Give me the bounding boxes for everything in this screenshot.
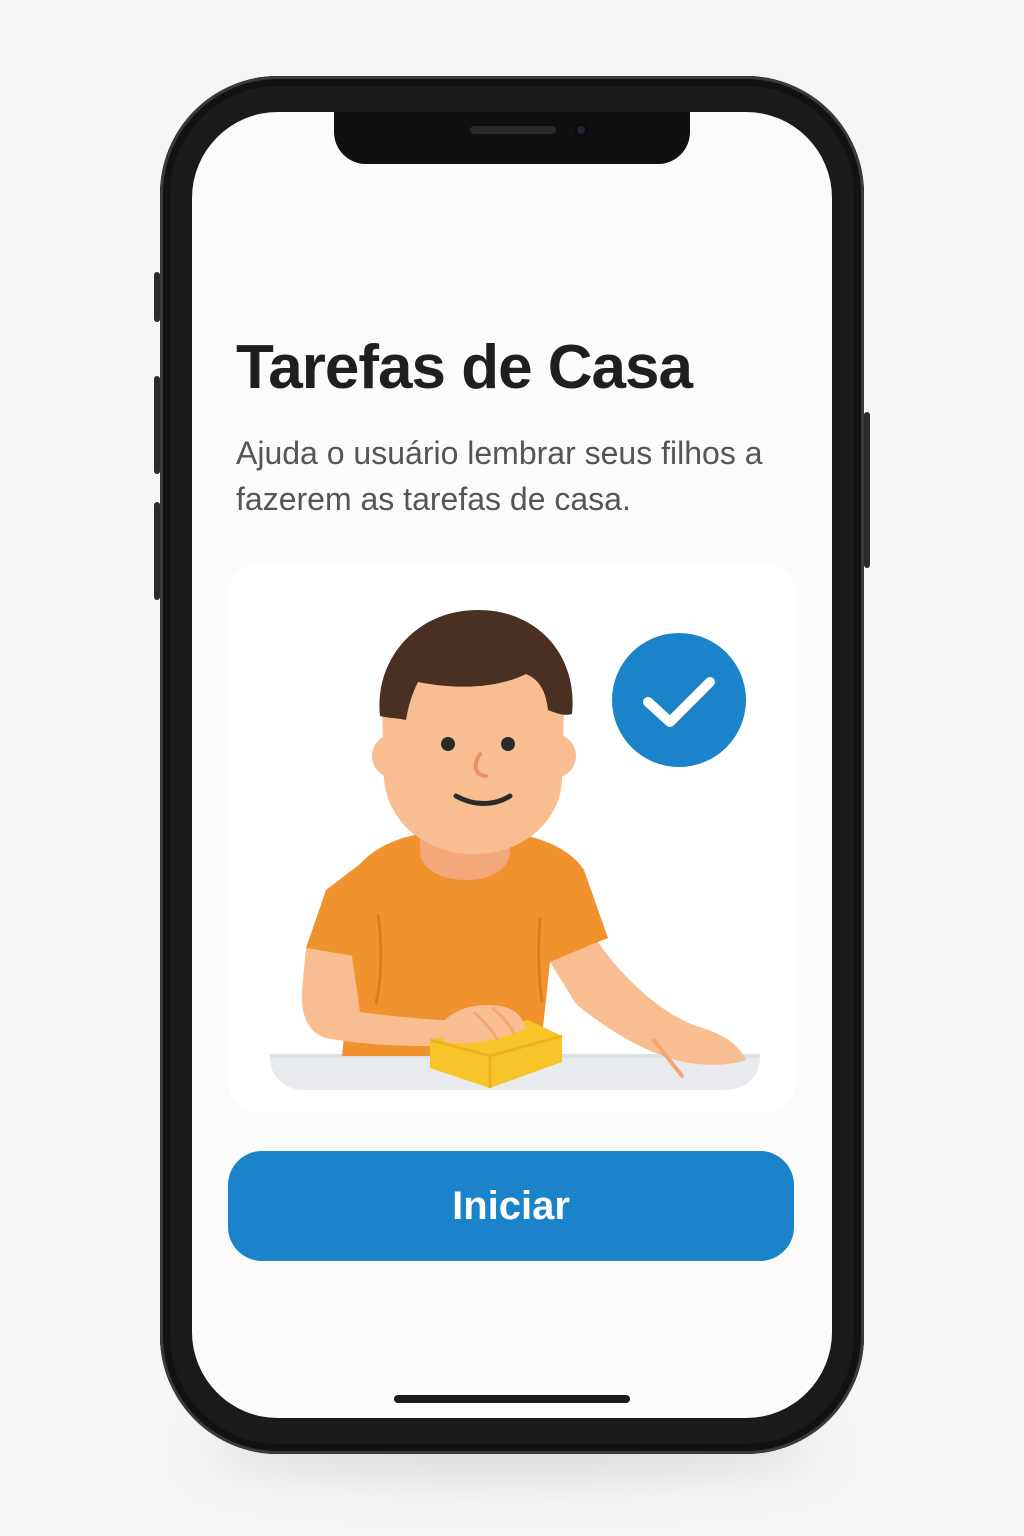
volume-up-button — [154, 376, 160, 474]
speaker-grille — [470, 126, 556, 134]
start-button[interactable]: Iniciar — [228, 1151, 794, 1261]
app-screen: Tarefas de Casa Ajuda o usuário lembrar … — [192, 112, 832, 1418]
volume-down-button — [154, 502, 160, 600]
notch — [334, 112, 690, 164]
check-badge — [612, 633, 746, 767]
power-button — [864, 412, 870, 568]
app-description: Ajuda o usuário lembrar seus filhos a fa… — [236, 435, 763, 517]
silent-switch — [154, 272, 160, 322]
app-screenshot: Tarefas de Casa Ajuda o usuário lembrar … — [0, 0, 1024, 1536]
illustration-card — [228, 564, 796, 1112]
child-cleaning-illustration — [270, 610, 760, 1090]
front-camera — [574, 123, 588, 137]
phone-frame: Tarefas de Casa Ajuda o usuário lembrar … — [154, 76, 870, 1454]
home-indicator[interactable] — [394, 1395, 630, 1403]
page-title: Tarefas de Casa — [236, 333, 693, 402]
